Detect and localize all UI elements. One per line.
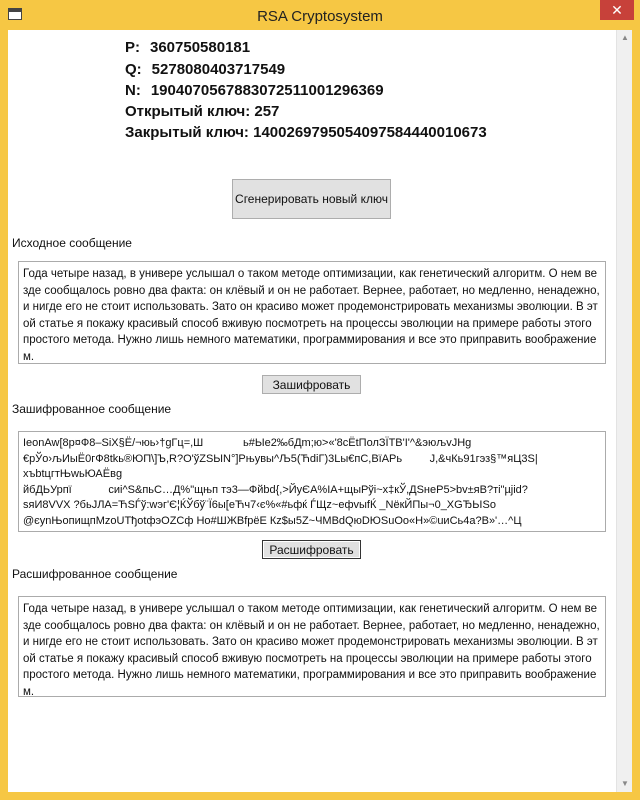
generate-key-button[interactable]: Сгенерировать новый ключ (232, 179, 391, 219)
chevron-up-icon[interactable]: ▲ (617, 30, 633, 46)
p-value: 360750580181 (150, 39, 251, 56)
n-row: N: 1904070567883072511001296369 (125, 82, 384, 99)
decrypted-message-textbox[interactable]: Года четыре назад, в универе услышал о т… (18, 596, 606, 697)
q-row: Q: 5278080403717549 (125, 61, 285, 78)
main-window: RSA Cryptosystem ✕ P: 360750580181 Q: 5278… (0, 0, 640, 800)
vertical-scrollbar[interactable]: ▲ ▼ (616, 30, 632, 792)
source-message-textbox[interactable]: Года четыре назад, в универе услышал о т… (18, 261, 606, 364)
window-title: RSA Cryptosystem (257, 7, 383, 25)
q-label: Q: (125, 61, 142, 78)
title-bar[interactable]: RSA Cryptosystem ✕ (0, 0, 640, 32)
n-label: N: (125, 82, 141, 99)
q-value: 5278080403717549 (151, 61, 286, 78)
chevron-down-icon[interactable]: ▼ (617, 776, 633, 792)
private-key-row: Закрытый ключ: 1400269795054097584440010… (125, 124, 487, 141)
window-app-icon[interactable] (8, 8, 22, 20)
close-icon[interactable]: ✕ (600, 0, 634, 20)
private-key-label: Закрытый ключ: (125, 124, 249, 141)
source-message-label: Исходное сообщение (12, 236, 132, 250)
p-label: P: (125, 39, 140, 56)
public-key-value: 257 (254, 103, 280, 120)
public-key-row: Открытый ключ: 257 (125, 103, 279, 120)
encrypted-message-textbox[interactable]: ІeonAw[8p¤Ф8–SiX§Ё/¬юь›†gГц=,Ш ь#Ыe2‰бДm… (18, 431, 606, 532)
decrypt-button[interactable]: Расшифровать (262, 540, 361, 559)
encrypt-button[interactable]: Зашифровать (262, 375, 361, 394)
client-area: P: 360750580181 Q: 5278080403717549 N: 1904… (8, 30, 632, 792)
private-key-value: 1400269795054097584440010673 (253, 124, 487, 141)
p-row: P: 360750580181 (125, 39, 250, 56)
n-value: 1904070567883072511001296369 (150, 82, 384, 99)
public-key-label: Открытый ключ: (125, 103, 251, 120)
decrypted-message-label: Расшифрованное сообщение (12, 567, 178, 581)
encrypted-message-label: Зашифрованное сообщение (12, 402, 172, 416)
